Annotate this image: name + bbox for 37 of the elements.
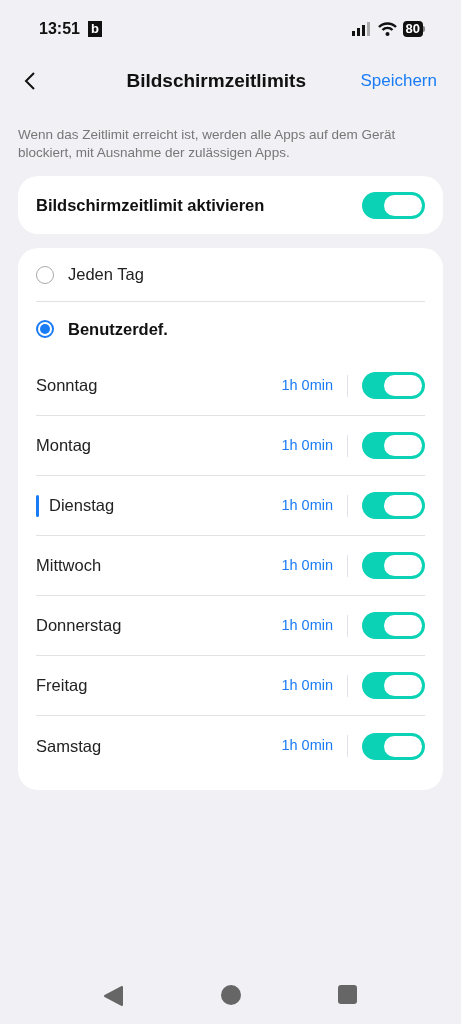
day-label: Donnerstag (36, 615, 123, 637)
wifi-icon (377, 22, 397, 36)
time-limit-link[interactable]: 1h 0min (281, 735, 333, 757)
home-nav-icon[interactable] (221, 985, 241, 1005)
back-nav-icon[interactable] (104, 985, 124, 1007)
day-label: Freitag (36, 675, 89, 697)
day-label: Samstag (36, 735, 103, 757)
description-text: Wenn das Zeitlimit erreicht ist, werden alle Apps auf dem Gerät blockiert, mit Ausnahme der zulässigen Apps. (18, 126, 397, 162)
page-title: Bildschirmzeitlimits (126, 68, 306, 93)
toggle-switch[interactable] (362, 372, 425, 399)
option-label: Benutzerdef. (68, 318, 168, 340)
status-time: 13:51 (39, 19, 80, 39)
time-limit-link[interactable]: 1h 0min (281, 554, 333, 577)
time-limit-link[interactable]: 1h 0min (281, 374, 333, 397)
signal-icon (351, 22, 372, 36)
toggle-switch[interactable] (362, 612, 425, 639)
app-badge: b (87, 21, 102, 37)
day-label: Sonntag (36, 375, 99, 397)
toggle-switch[interactable] (362, 432, 425, 459)
day-label: Mittwoch (36, 555, 103, 577)
battery-icon: 80 (402, 21, 425, 37)
toggle-switch[interactable] (362, 552, 425, 579)
time-limit-link[interactable]: 1h 0min (281, 434, 333, 457)
toggle-switch[interactable] (362, 672, 425, 699)
option-label: Jeden Tag (68, 264, 144, 286)
day-label: Dienstag (49, 495, 116, 517)
recents-nav-icon[interactable] (338, 985, 357, 1004)
time-limit-link[interactable]: 1h 0min (281, 494, 333, 517)
setting-label: Bildschirmzeitlimit aktivieren (36, 194, 266, 216)
time-limit-link[interactable]: 1h 0min (281, 614, 333, 637)
day-label: Montag (36, 435, 93, 457)
radio-button[interactable] (36, 320, 54, 338)
time-limit-link[interactable]: 1h 0min (281, 674, 333, 697)
toggle-switch[interactable] (362, 191, 425, 219)
toggle-switch[interactable] (362, 732, 425, 760)
save-button[interactable]: Speichern (360, 68, 437, 94)
toggle-switch[interactable] (362, 492, 425, 519)
